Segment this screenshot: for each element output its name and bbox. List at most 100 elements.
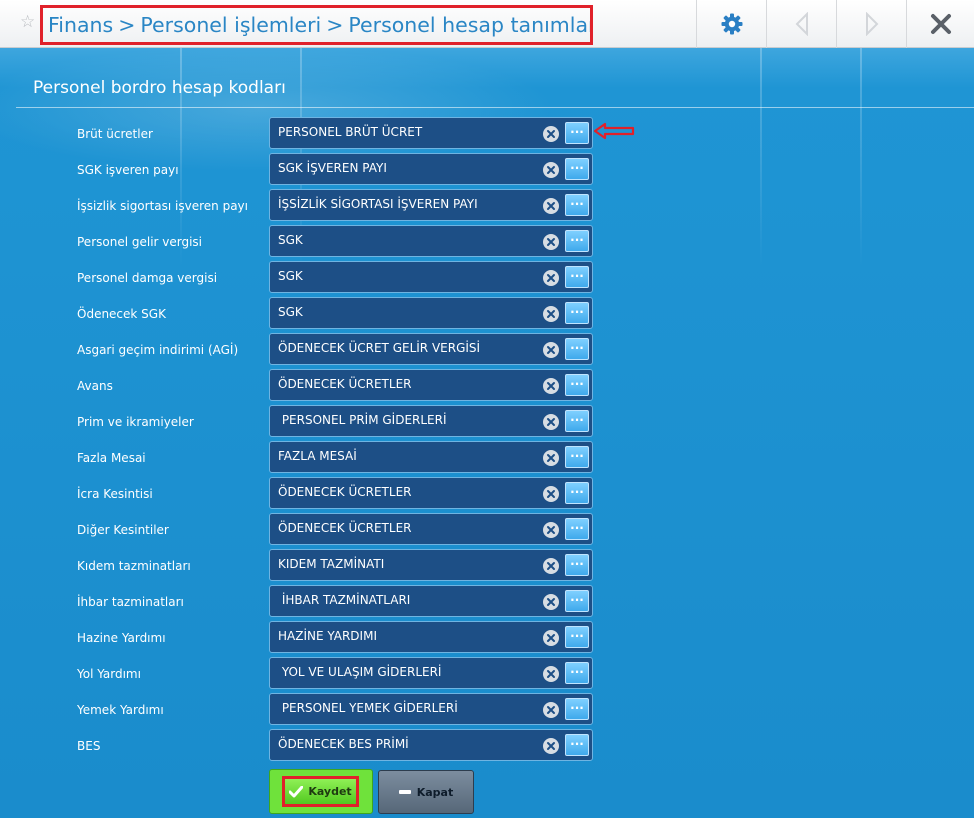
field-value: ÖDENECEK ÜCRETLER [278,521,412,535]
browse-button[interactable]: ... [565,518,589,540]
browse-button[interactable]: ... [565,410,589,432]
browse-button[interactable]: ... [565,554,589,576]
browse-button[interactable]: ... [565,446,589,468]
clear-icon[interactable] [543,342,559,358]
top-toolbar: ☆ Finans > Personel işlemleri > Personel hes… [0,0,974,48]
browse-button[interactable]: ... [565,194,589,216]
browse-button[interactable]: ... [565,230,589,252]
star-icon[interactable]: ☆ [20,13,38,31]
field-label: Yol Yardımı [77,667,141,681]
account-field[interactable]: İHBAR TAZMİNATLARI... [269,585,593,617]
browse-button[interactable]: ... [565,266,589,288]
account-field[interactable]: ÖDENECEK ÜCRETLER... [269,513,593,545]
breadcrumb-item-finans[interactable]: Finans [48,13,113,37]
breadcrumb: Finans > Personel işlemleri > Personel hesap… [40,5,593,45]
clear-icon[interactable] [543,306,559,322]
browse-button[interactable]: ... [565,590,589,612]
account-field[interactable]: SGK... [269,297,593,329]
account-field[interactable]: YOL VE ULAŞIM GİDERLERİ... [269,657,593,689]
field-value: ÖDENECEK ÜCRETLER [278,377,412,391]
clear-icon[interactable] [543,486,559,502]
field-value: PERSONEL PRİM GİDERLERİ [278,413,447,427]
account-field[interactable]: ÖDENECEK ÜCRET GELİR VERGİSİ... [269,333,593,365]
account-field[interactable]: İŞSİZLİK SİGORTASI İŞVEREN PAYI... [269,189,593,221]
close-button[interactable]: Kapat [378,770,474,814]
account-field[interactable]: FAZLA MESAİ... [269,441,593,473]
account-field[interactable]: ÖDENECEK BES PRİMİ... [269,729,593,761]
field-value: SGK [278,269,303,283]
browse-button[interactable]: ... [565,338,589,360]
browse-button[interactable]: ... [565,122,589,144]
clear-icon[interactable] [543,630,559,646]
browse-button[interactable]: ... [565,662,589,684]
clear-icon[interactable] [543,126,559,142]
field-label: Avans [77,379,113,393]
field-value: SGK [278,233,303,247]
breadcrumb-item-personel-islemleri[interactable]: Personel işlemleri [140,13,321,37]
next-button[interactable] [836,0,906,48]
browse-button[interactable]: ... [565,374,589,396]
account-field[interactable]: SGK... [269,225,593,257]
field-value: HAZİNE YARDIMI [278,629,377,643]
field-label: Yemek Yardımı [77,703,164,717]
browse-button[interactable]: ... [565,158,589,180]
field-label: Personel damga vergisi [77,271,218,285]
browse-button[interactable]: ... [565,626,589,648]
settings-button[interactable] [696,0,766,48]
field-label: İcra Kesintisi [77,487,153,501]
field-value: ÖDENECEK ÜCRET GELİR VERGİSİ [278,341,481,355]
form-row: BES ÖDENECEK BES PRİMİ... [0,729,974,761]
account-field[interactable]: PERSONEL YEMEK GİDERLERİ... [269,693,593,725]
form-row: Prim ve ikramiyeler PERSONEL PRİM GİDERL… [0,405,974,437]
field-label: Kıdem tazminatları [77,559,191,573]
browse-button[interactable]: ... [565,482,589,504]
form-row: Brüt ücretler PERSONEL BRÜT ÜCRET... [0,117,974,149]
field-label: BES [77,739,101,753]
account-field[interactable]: SGK... [269,261,593,293]
save-button-label: Kaydet [308,785,352,798]
clear-icon[interactable] [543,450,559,466]
field-value: ÖDENECEK BES PRİMİ [278,737,409,751]
form-row: İcra Kesintisi ÖDENECEK ÜCRETLER... [0,477,974,509]
form-row: Personel damga vergisi SGK... [0,261,974,293]
account-field[interactable]: PERSONEL BRÜT ÜCRET... [269,117,593,149]
field-label: Fazla Mesai [77,451,146,465]
clear-icon[interactable] [543,414,559,430]
account-field[interactable]: KIDEM TAZMİNATI... [269,549,593,581]
field-value: SGK [278,305,303,319]
field-label: İşsizlik sigortası işveren payı [77,199,248,213]
clear-icon[interactable] [543,666,559,682]
clear-icon[interactable] [543,234,559,250]
clear-icon[interactable] [543,162,559,178]
clear-icon[interactable] [543,738,559,754]
browse-button[interactable]: ... [565,698,589,720]
account-field[interactable]: ÖDENECEK ÜCRETLER... [269,369,593,401]
clear-icon[interactable] [543,702,559,718]
account-field[interactable]: ÖDENECEK ÜCRETLER... [269,477,593,509]
field-value: PERSONEL BRÜT ÜCRET [278,125,423,139]
clear-icon[interactable] [543,558,559,574]
close-window-button[interactable] [906,0,974,48]
form-row: Yemek Yardımı PERSONEL YEMEK GİDERLERİ..… [0,693,974,725]
clear-icon[interactable] [543,198,559,214]
field-label: Diğer Kesintiler [77,523,169,537]
browse-button[interactable]: ... [565,734,589,756]
clear-icon[interactable] [543,594,559,610]
field-label: Prim ve ikramiyeler [77,415,194,429]
account-field[interactable]: HAZİNE YARDIMI... [269,621,593,653]
field-value: İŞSİZLİK SİGORTASI İŞVEREN PAYI [278,197,478,211]
field-value: SGK İŞVEREN PAYI [278,161,387,175]
field-label: Brüt ücretler [77,127,153,141]
field-label: Ödenecek SGK [77,307,166,321]
clear-icon[interactable] [543,270,559,286]
account-field[interactable]: SGK İŞVEREN PAYI... [269,153,593,185]
account-field[interactable]: PERSONEL PRİM GİDERLERİ... [269,405,593,437]
clear-icon[interactable] [543,378,559,394]
save-button[interactable]: Kaydet [282,776,359,807]
clear-icon[interactable] [543,522,559,538]
previous-button[interactable] [766,0,836,48]
browse-button[interactable]: ... [565,302,589,324]
form-row: İşsizlik sigortası işveren payı İŞSİZLİK … [0,189,974,221]
form-row: Diğer Kesintiler ÖDENECEK ÜCRETLER... [0,513,974,545]
field-value: ÖDENECEK ÜCRETLER [278,485,412,499]
